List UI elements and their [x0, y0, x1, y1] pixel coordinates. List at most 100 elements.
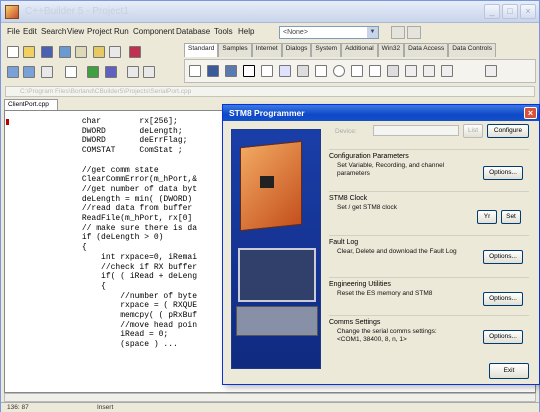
radiogroup-icon[interactable]	[423, 65, 435, 77]
code-line: deLength = min( (DWORD)	[5, 194, 193, 204]
device-field[interactable]	[373, 125, 459, 136]
menu-database[interactable]: Database	[176, 27, 210, 36]
tab-data-controls[interactable]: Data Controls	[448, 43, 496, 57]
configure-button[interactable]: Configure	[487, 124, 529, 138]
path-bar: C:\Program Files\Borland\CBuilder5\Proje…	[5, 86, 535, 97]
group-stm8-clock: STM8 Clock Set / get STM8 clock Yr Set	[329, 191, 529, 233]
code-line: //check if RX buffer	[5, 262, 198, 272]
file-path: C:\Program Files\Borland\CBuilder5\Proje…	[20, 88, 192, 95]
combobox-icon[interactable]	[369, 65, 381, 77]
checkbox-icon[interactable]	[315, 65, 327, 77]
tab-additional[interactable]: Additional	[341, 43, 378, 57]
group-title: Engineering Utilities	[329, 281, 391, 288]
edit-icon[interactable]	[261, 65, 273, 77]
minimize-button[interactable]: _	[484, 4, 500, 19]
code-line: if (deLength > 0)	[5, 233, 164, 243]
tab-data-access[interactable]: Data Access	[404, 43, 449, 57]
code-line: char rx[256];	[5, 117, 178, 126]
popupmenu-icon[interactable]	[225, 65, 237, 77]
status-bar: 136: 87 Insert	[1, 402, 539, 412]
set-debug-desktop-icon[interactable]	[407, 26, 421, 39]
menu-tools[interactable]: Tools	[214, 27, 233, 36]
pointer-icon[interactable]	[189, 65, 201, 77]
remove-file-icon[interactable]	[109, 46, 121, 58]
list-button[interactable]: List	[463, 124, 483, 138]
code-line: ClearCommError(m_hPort,&	[5, 175, 198, 185]
chevron-down-icon: ▼	[367, 27, 378, 38]
scrollbar-icon[interactable]	[387, 65, 399, 77]
menu-project[interactable]: Project	[87, 27, 112, 36]
menu-file[interactable]: File	[7, 27, 20, 36]
label-icon[interactable]	[243, 65, 255, 77]
save-desktop-icon[interactable]	[391, 26, 405, 39]
open-icon[interactable]	[23, 46, 35, 58]
radiobutton-icon[interactable]	[333, 65, 345, 77]
tab-clientport[interactable]: ClientPort.cpp	[4, 99, 58, 110]
add-file-icon[interactable]	[93, 46, 105, 58]
pause-icon[interactable]	[105, 66, 117, 78]
cursor-position: 136: 87	[7, 404, 29, 411]
toggle-form-unit-icon[interactable]	[41, 66, 53, 78]
code-line: (space ) ...	[5, 340, 178, 350]
step-over-icon[interactable]	[143, 66, 155, 78]
tab-system[interactable]: System	[311, 43, 342, 57]
new-icon[interactable]	[7, 46, 19, 58]
help-icon[interactable]	[129, 46, 141, 58]
tab-dialogs[interactable]: Dialogs	[281, 43, 312, 57]
panel-icon[interactable]	[441, 65, 453, 77]
code-text: char rx[256]; DWORD deLength; DWORD deEr…	[5, 117, 197, 350]
group-configuration-parameters: Configuration Parameters Set Variable, R…	[329, 149, 529, 189]
code-line: //read data from buffer	[5, 204, 193, 214]
menu-view[interactable]: View	[67, 27, 84, 36]
group-description: Change the serial comms settings: <COM1,…	[337, 328, 437, 343]
open-project-icon[interactable]	[75, 46, 87, 58]
comms-options-button[interactable]: Options...	[483, 330, 523, 344]
button-icon[interactable]	[297, 65, 309, 77]
group-title: Comms Settings	[329, 319, 381, 326]
code-line: //get comm state	[5, 165, 159, 175]
chip-image	[260, 176, 274, 188]
fault-log-options-button[interactable]: Options...	[483, 250, 523, 264]
menu-run[interactable]: Run	[114, 27, 129, 36]
tab-samples[interactable]: Samples	[218, 43, 252, 57]
save-all-icon[interactable]	[59, 46, 71, 58]
menu-component[interactable]: Component	[133, 27, 174, 36]
code-line: // make sure there is da	[5, 223, 198, 233]
memo-icon[interactable]	[279, 65, 291, 77]
code-line: if( ( iRead + deLeng	[5, 272, 198, 282]
menu-help[interactable]: Help	[238, 27, 254, 36]
clock-set-button[interactable]: Set	[501, 210, 521, 224]
listbox-icon[interactable]	[351, 65, 363, 77]
exit-button[interactable]: Exit	[489, 363, 529, 379]
run-icon[interactable]	[87, 66, 99, 78]
clock-get-button[interactable]: Yr	[477, 210, 497, 224]
new-form-icon[interactable]	[65, 66, 77, 78]
tab-standard[interactable]: Standard	[184, 43, 219, 57]
tab-internet[interactable]: Internet	[251, 43, 282, 57]
component-palette	[184, 59, 536, 83]
close-button[interactable]: ×	[520, 4, 536, 19]
code-line: //move head poin	[5, 320, 198, 330]
laptop-keyboard-image	[236, 306, 318, 336]
tab-win32[interactable]: Win32	[377, 43, 405, 57]
maximize-button[interactable]: □	[502, 4, 518, 19]
save-icon[interactable]	[41, 46, 53, 58]
configuration-options-button[interactable]: Options...	[483, 166, 523, 180]
trace-into-icon[interactable]	[127, 66, 139, 78]
view-unit-icon[interactable]	[7, 66, 19, 78]
group-title: STM8 Clock	[329, 195, 368, 202]
dialog-close-button[interactable]: ×	[524, 107, 537, 119]
horizontal-scrollbar[interactable]	[4, 393, 536, 402]
menu-search[interactable]: Search	[41, 27, 66, 36]
code-line: DWORD deErrFlag;	[5, 136, 188, 146]
component-palette-tabs: Standard Samples Internet Dialogs System…	[184, 43, 496, 57]
group-fault-log: Fault Log Clear, Delete and download the…	[329, 235, 529, 275]
mainmenu-icon[interactable]	[207, 65, 219, 77]
view-form-icon[interactable]	[23, 66, 35, 78]
actionlist-icon[interactable]	[485, 65, 497, 77]
engineering-options-button[interactable]: Options...	[483, 292, 523, 306]
desktop-combo[interactable]: <None> ▼	[279, 26, 379, 39]
menu-edit[interactable]: Edit	[23, 27, 37, 36]
groupbox-icon[interactable]	[405, 65, 417, 77]
device-label: Device:	[335, 128, 357, 135]
